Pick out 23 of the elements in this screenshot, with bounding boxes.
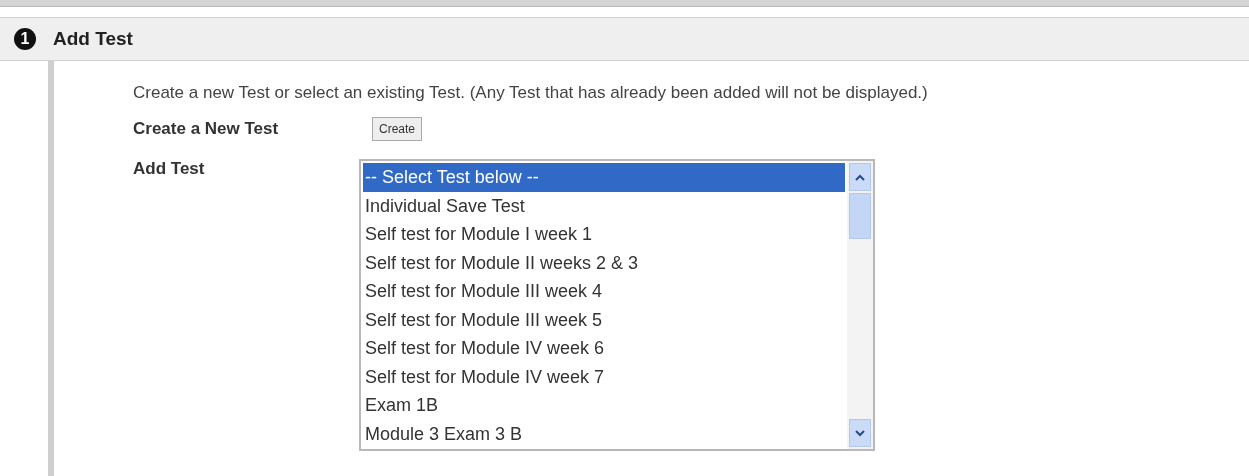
step-number-badge: 1 (14, 28, 36, 50)
scrollbar[interactable] (847, 161, 873, 449)
list-option[interactable]: Exam 1B (363, 391, 845, 420)
section-title: Add Test (53, 28, 133, 50)
field-label: Create a New Test (133, 119, 280, 139)
list-option[interactable]: Individual Save Test (363, 191, 845, 220)
list-option[interactable]: Self test for Module III week 4 (363, 277, 845, 306)
list-option[interactable]: Self test for Module II weeks 2 & 3 (363, 248, 845, 277)
instructions-text: Create a new Test or select an existing Test. (Any Test that has already been added will not be displayed.) (133, 83, 928, 103)
list-option[interactable]: Self test for Module IV week 6 (363, 334, 845, 363)
scroll-down-button[interactable] (849, 419, 871, 447)
list-option[interactable]: Self test for Module IV week 7 (363, 362, 845, 391)
create-button[interactable]: Create (372, 117, 423, 141)
scroll-up-button[interactable] (849, 163, 871, 191)
list-option[interactable]: Self test for Module I week 1 (363, 220, 845, 249)
list-option[interactable]: -- Select Test below -- (363, 163, 845, 192)
test-listbox[interactable] (359, 159, 875, 451)
list-option[interactable]: Self test for Module III week 5 (363, 305, 845, 334)
list-option[interactable]: Module 3 Exam 3 B (363, 419, 845, 448)
chevron-down-icon (855, 429, 865, 437)
scroll-thumb[interactable] (849, 193, 871, 239)
chevron-up-icon (855, 173, 865, 181)
field-label: Add Test (133, 159, 206, 179)
